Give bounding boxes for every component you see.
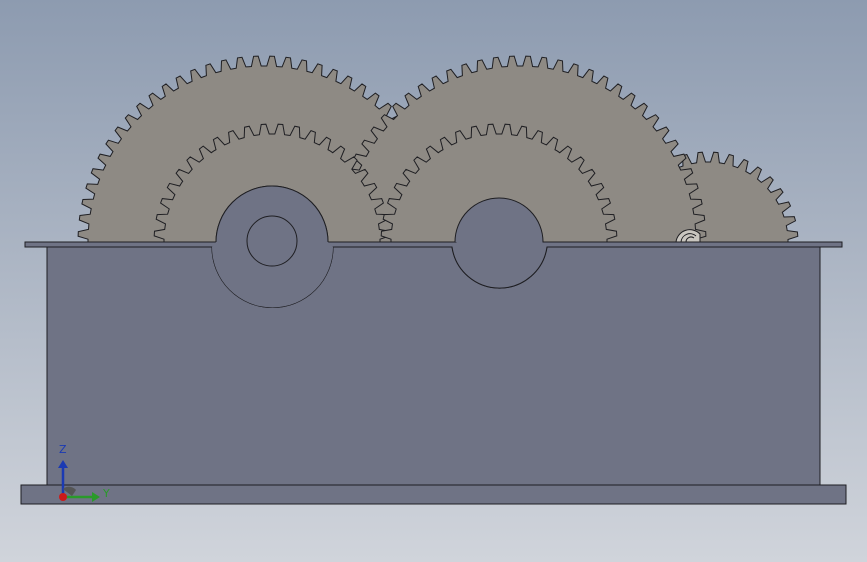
left-shaft-bore[interactable] <box>246 215 298 267</box>
triad-z-label: Z <box>59 443 67 456</box>
cad-viewport[interactable]: Z Y <box>0 0 867 562</box>
base-plate <box>20 484 847 505</box>
gearbox-model[interactable] <box>0 0 867 562</box>
triad-y-label: Y <box>103 487 110 500</box>
housing-body <box>46 246 821 486</box>
x-axis-origin <box>59 493 67 501</box>
